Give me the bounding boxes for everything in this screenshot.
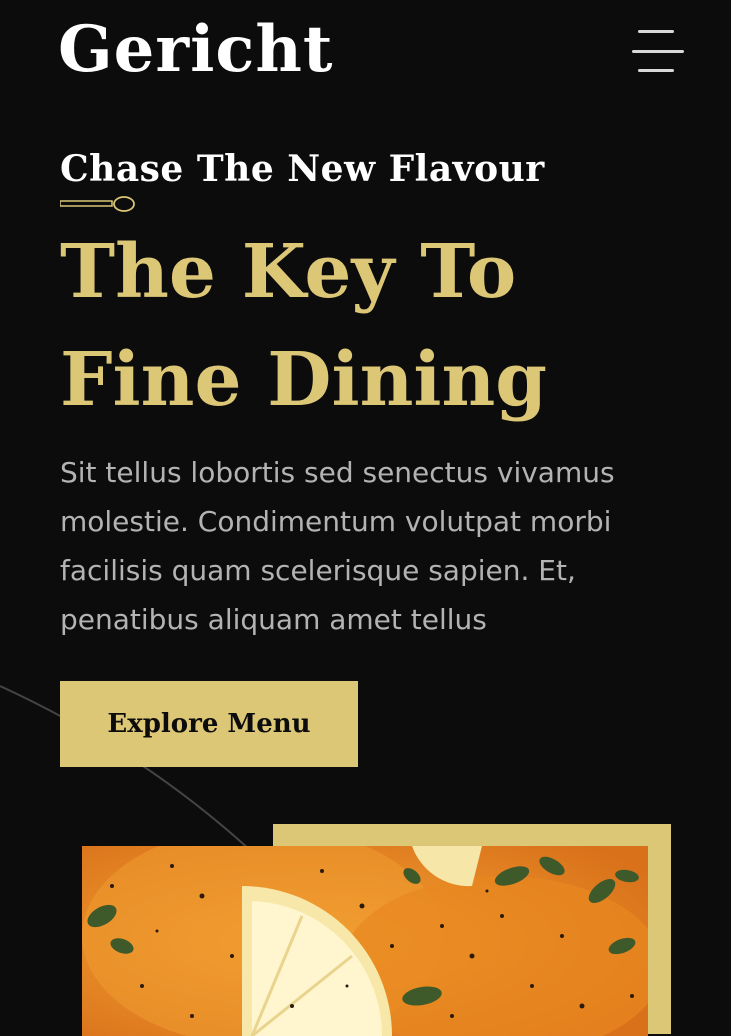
logo[interactable]: Gericht — [58, 18, 333, 82]
hero-description: Sit tellus lobortis sed senectus vivamus… — [60, 456, 615, 636]
hero-subtitle: Chase The New Flavour — [60, 148, 545, 190]
explore-menu-button[interactable]: Explore Menu — [60, 681, 358, 767]
hamburger-menu-icon[interactable] — [632, 30, 686, 74]
food-dish-image — [82, 846, 648, 1036]
hero-title: The Key To Fine Dining — [60, 229, 548, 423]
spoon-icon — [60, 196, 135, 212]
